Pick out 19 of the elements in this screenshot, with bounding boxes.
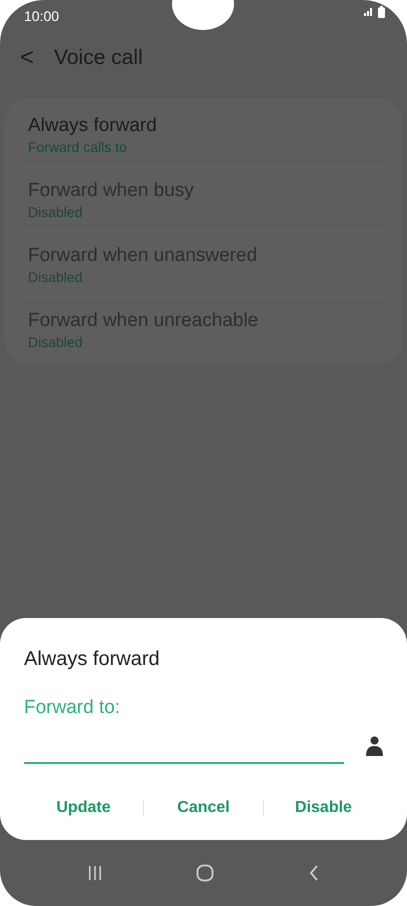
recents-icon[interactable] — [86, 865, 103, 881]
time-text: 10:00 — [24, 7, 60, 26]
dialog-button[interactable]: Disable — [264, 790, 383, 826]
screen-title: Voice call — [54, 45, 143, 72]
signal-icon — [364, 6, 374, 16]
contact-icon[interactable] — [366, 736, 383, 756]
option-subtitle: Disabled — [28, 268, 84, 286]
battery-icon — [378, 6, 385, 18]
back-icon[interactable] — [308, 865, 320, 881]
option-subtitle: Forward calls to — [28, 138, 128, 156]
back-button[interactable]: < — [20, 46, 34, 70]
dialog-title: Always forward — [24, 646, 161, 672]
option-title[interactable]: Always forward — [28, 114, 379, 138]
dialog-button[interactable]: Cancel — [144, 790, 263, 826]
home-icon[interactable] — [196, 864, 214, 882]
field-label: Forward to: — [24, 696, 122, 720]
dialog-button[interactable]: Update — [24, 790, 143, 826]
option-subtitle: Disabled — [28, 203, 84, 221]
option-subtitle: Disabled — [28, 333, 84, 351]
